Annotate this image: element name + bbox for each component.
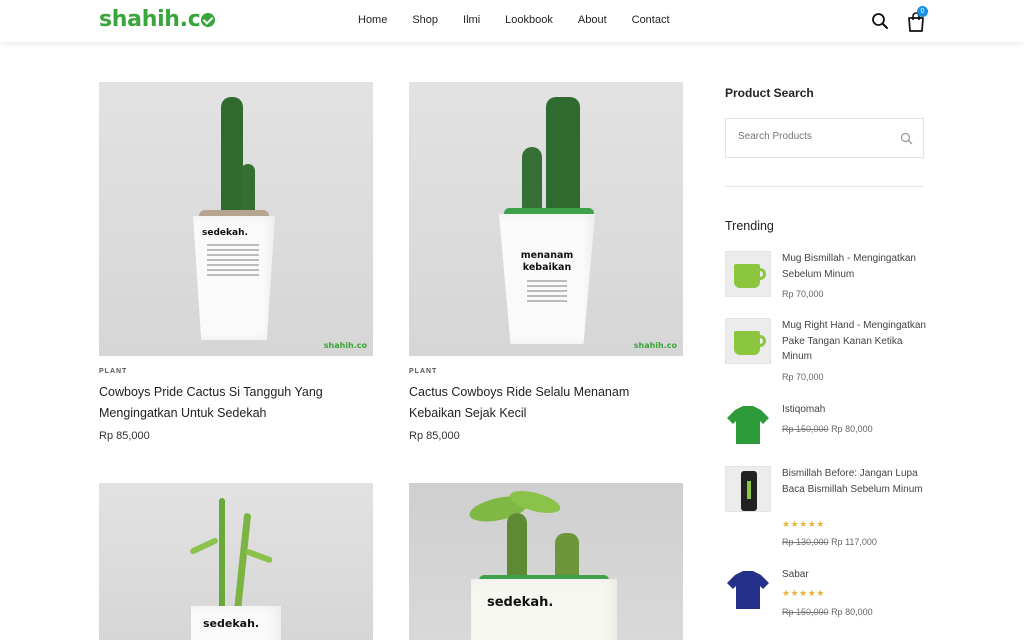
product-image[interactable]: sedekah. [409, 483, 683, 640]
product-category[interactable]: PLANT [409, 368, 437, 375]
nav-home[interactable]: Home [358, 14, 387, 26]
product-thumbnail[interactable] [725, 567, 771, 613]
pot-text-lines [207, 244, 259, 246]
pot-label: sedekah. [487, 595, 554, 610]
product-image[interactable]: sedekah. shahih.co [99, 82, 373, 356]
nav-about[interactable]: About [578, 14, 607, 26]
trending-item-price: Rp 130,000 Rp 117,000 [782, 537, 877, 547]
trending-item-name[interactable]: Mug Right Hand - Mengingatkan Pake Tanga… [782, 318, 927, 365]
product-image[interactable]: sedekah. [99, 483, 373, 640]
watermark-logo: shahih.co [323, 341, 367, 350]
product-search-heading: Product Search [725, 86, 814, 100]
product-card[interactable]: sedekah. [409, 483, 683, 640]
trending-item-price: Rp 70,000 [782, 372, 824, 382]
mug-handle [758, 335, 766, 347]
product-thumbnail[interactable] [725, 466, 771, 512]
trending-heading: Trending [725, 219, 774, 233]
search-icon[interactable] [871, 12, 889, 30]
product-thumbnail[interactable] [725, 402, 771, 448]
cactus-stem [507, 513, 527, 583]
logo[interactable]: shahih.c [99, 7, 216, 32]
trending-item-price: Rp 150,000 Rp 80,000 [782, 607, 873, 617]
product-image[interactable]: menanam kebaikan shahih.co [409, 82, 683, 356]
cart-count-badge: 0 [917, 6, 928, 17]
product-search-box[interactable] [725, 118, 924, 158]
plant-leaf [189, 536, 219, 556]
sale-price: Rp 117,000 [831, 537, 877, 547]
plant-stem [233, 512, 252, 614]
product-card[interactable]: sedekah. shahih.co PLANT Cowboys Pride C… [99, 82, 373, 442]
site-header: shahih.c Home Shop Ilmi Lookbook About C… [0, 0, 1024, 42]
trending-item-name[interactable]: Mug Bismillah - Mengingatkan Sebelum Min… [782, 251, 927, 282]
pot-label: sedekah. [203, 617, 260, 630]
logo-text: shahih.c [99, 7, 216, 32]
nav-contact[interactable]: Contact [632, 14, 670, 26]
rating-stars: ★★★★★ [782, 519, 825, 529]
main-nav: Home Shop Ilmi Lookbook About Contact [358, 14, 695, 26]
nav-shop[interactable]: Shop [412, 14, 438, 26]
search-input[interactable] [738, 131, 888, 142]
watermark-logo: shahih.co [633, 341, 677, 350]
rating-stars: ★★★★★ [782, 588, 825, 598]
product-card[interactable]: sedekah. [99, 483, 373, 640]
product-title[interactable]: Cowboys Pride Cactus Si Tangguh Yang Men… [99, 382, 373, 424]
trending-item-price: Rp 150,000 Rp 80,000 [782, 424, 873, 434]
nav-ilmi[interactable]: Ilmi [463, 14, 480, 26]
sale-price: Rp 80,000 [831, 607, 873, 617]
trending-item-name[interactable]: Bismillah Before: Jangan Lupa Baca Bismi… [782, 466, 927, 497]
old-price: Rp 130,000 [782, 537, 829, 547]
nav-lookbook[interactable]: Lookbook [505, 14, 553, 26]
divider [725, 186, 924, 187]
trending-item-price: Rp 70,000 [782, 289, 824, 299]
old-price: Rp 150,000 [782, 607, 829, 617]
bottle-label [747, 481, 751, 499]
product-price: Rp 85,000 [99, 430, 150, 442]
pot-label: sedekah. [202, 228, 248, 238]
trending-item-name[interactable]: Sabar [782, 567, 927, 583]
trending-item-name[interactable]: Istiqomah [782, 402, 927, 418]
product-price: Rp 85,000 [409, 430, 460, 442]
mug-handle [758, 268, 766, 280]
product-thumbnail[interactable] [725, 318, 771, 364]
product-title[interactable]: Cactus Cowboys Ride Selalu Menanam Kebai… [409, 382, 683, 424]
sale-price: Rp 80,000 [831, 424, 873, 434]
pot-text-lines [527, 280, 567, 282]
plant-pot [499, 214, 595, 344]
search-icon[interactable] [900, 132, 913, 145]
mug-shape [734, 264, 760, 288]
plant-stem [219, 498, 225, 613]
product-thumbnail[interactable] [725, 251, 771, 297]
product-category[interactable]: PLANT [99, 368, 127, 375]
product-card[interactable]: menanam kebaikan shahih.co PLANT Cactus … [409, 82, 683, 442]
old-price: Rp 150,000 [782, 424, 829, 434]
mug-shape [734, 331, 760, 355]
logo-check-icon [201, 13, 216, 27]
pot-label: menanam kebaikan [520, 250, 574, 273]
cactus-stem [546, 97, 580, 222]
cactus-stem [221, 97, 243, 227]
plant-leaf [244, 548, 274, 564]
